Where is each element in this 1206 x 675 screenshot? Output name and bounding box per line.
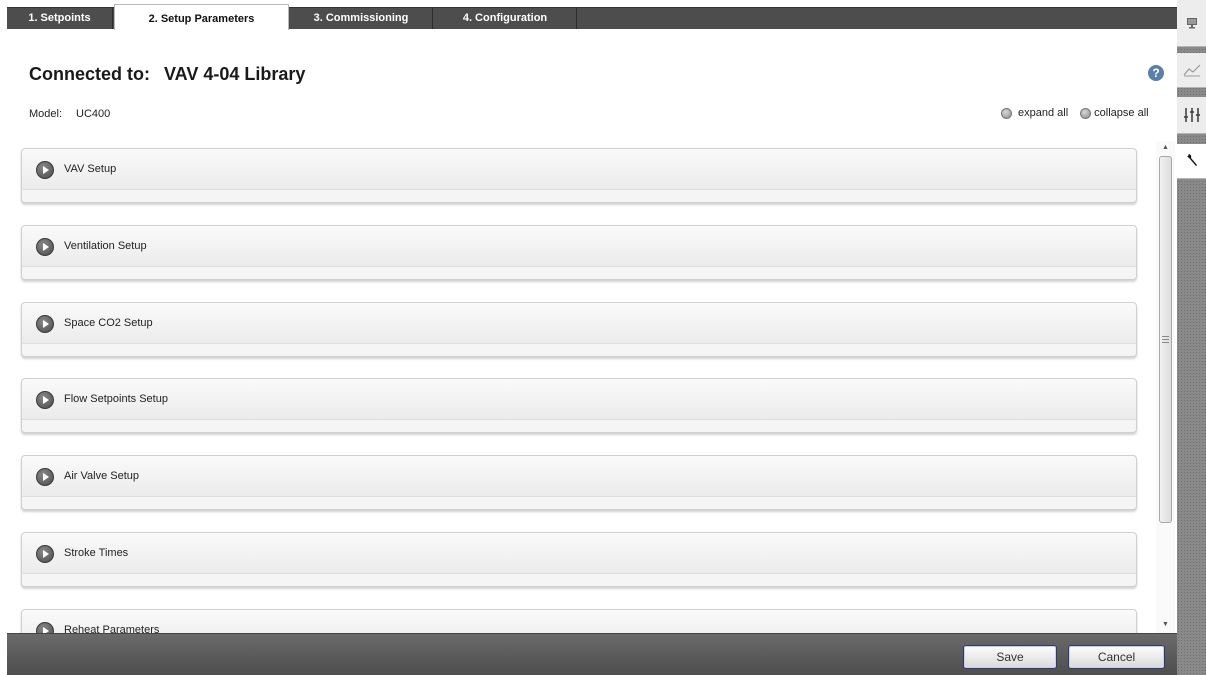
- expand-arrow-icon[interactable]: [36, 622, 54, 633]
- section-header: [22, 610, 1136, 633]
- save-button[interactable]: Save: [963, 645, 1057, 669]
- section-label: Stroke Times: [64, 547, 129, 559]
- section-header: [22, 456, 1136, 497]
- section-label: Space CO2 Setup: [64, 317, 153, 329]
- footer-bar: Save Cancel: [7, 633, 1177, 675]
- collapse-all-label: collapse all: [1094, 107, 1149, 119]
- device-name: VAV 4-04 Library: [164, 64, 306, 84]
- section-header: [22, 226, 1136, 267]
- section-label: Reheat Parameters: [64, 624, 160, 633]
- scroll-grip-icon: [1162, 336, 1169, 343]
- section-label: Flow Setpoints Setup: [64, 393, 168, 405]
- section-header: [22, 149, 1136, 190]
- connected-label: Connected to:: [29, 64, 150, 84]
- model-label: Model:: [29, 108, 63, 120]
- section-header: [22, 303, 1136, 344]
- app-window: 1. Setpoints 2. Setup Parameters 3. Comm…: [0, 0, 1206, 675]
- section-label: Ventilation Setup: [64, 240, 147, 252]
- scroll-down-arrow-icon[interactable]: ▼: [1156, 618, 1175, 632]
- wrench-icon[interactable]: [1177, 144, 1206, 179]
- tab-bar: 1. Setpoints 2. Setup Parameters 3. Comm…: [0, 0, 1177, 30]
- section-list: VAV Setup Ventilation Setup Space CO2 Se…: [0, 141, 1177, 633]
- expand-arrow-icon[interactable]: [36, 315, 54, 333]
- expand-all-label: expand all: [1018, 107, 1069, 119]
- model-value: UC400: [76, 108, 111, 120]
- page-title: Connected to: VAV 4-04 Library: [29, 64, 305, 85]
- section-label: Air Valve Setup: [64, 470, 140, 482]
- section-vav-setup[interactable]: VAV Setup: [21, 148, 1137, 203]
- section-header: [22, 379, 1136, 420]
- collapse-all-icon: [1080, 107, 1092, 119]
- scroll-thumb[interactable]: [1159, 156, 1172, 523]
- chart-icon[interactable]: [1177, 53, 1206, 88]
- tab-commissioning[interactable]: 3. Commissioning: [290, 7, 433, 29]
- collapse-all-link[interactable]: collapse all: [1080, 107, 1149, 119]
- help-icon[interactable]: ?: [1148, 65, 1164, 81]
- expand-all-icon: [1001, 107, 1012, 119]
- expand-arrow-icon[interactable]: [36, 161, 54, 179]
- sliders-icon[interactable]: [1177, 97, 1206, 134]
- model-info: Model: UC400: [29, 108, 110, 120]
- expand-collapse-controls: expand all collapse all: [1001, 107, 1149, 119]
- section-label: VAV Setup: [64, 163, 117, 175]
- expand-arrow-icon[interactable]: [36, 468, 54, 486]
- section-flow-setpoints-setup[interactable]: Flow Setpoints Setup: [21, 378, 1137, 433]
- section-stroke-times[interactable]: Stroke Times: [21, 532, 1137, 587]
- expand-arrow-icon[interactable]: [36, 545, 54, 563]
- expand-arrow-icon[interactable]: [36, 238, 54, 256]
- scroll-up-arrow-icon[interactable]: ▲: [1156, 141, 1175, 155]
- tab-configuration[interactable]: 4. Configuration: [434, 7, 577, 29]
- section-air-valve-setup[interactable]: Air Valve Setup: [21, 455, 1137, 510]
- tab-setup-parameters[interactable]: 2. Setup Parameters: [114, 4, 289, 30]
- tab-setpoints[interactable]: 1. Setpoints: [7, 7, 113, 29]
- section-ventilation-setup[interactable]: Ventilation Setup: [21, 225, 1137, 280]
- expand-all-link[interactable]: expand all: [1001, 107, 1068, 119]
- section-reheat-parameters[interactable]: Reheat Parameters: [21, 609, 1137, 633]
- section-header: [22, 533, 1136, 574]
- section-space-co2-setup[interactable]: Space CO2 Setup: [21, 302, 1137, 357]
- monitor-icon[interactable]: [1177, 0, 1206, 47]
- side-panel: [1177, 0, 1206, 675]
- vertical-scrollbar[interactable]: ▲ ▼: [1156, 141, 1175, 633]
- expand-arrow-icon[interactable]: [36, 391, 54, 409]
- cancel-button[interactable]: Cancel: [1068, 645, 1165, 669]
